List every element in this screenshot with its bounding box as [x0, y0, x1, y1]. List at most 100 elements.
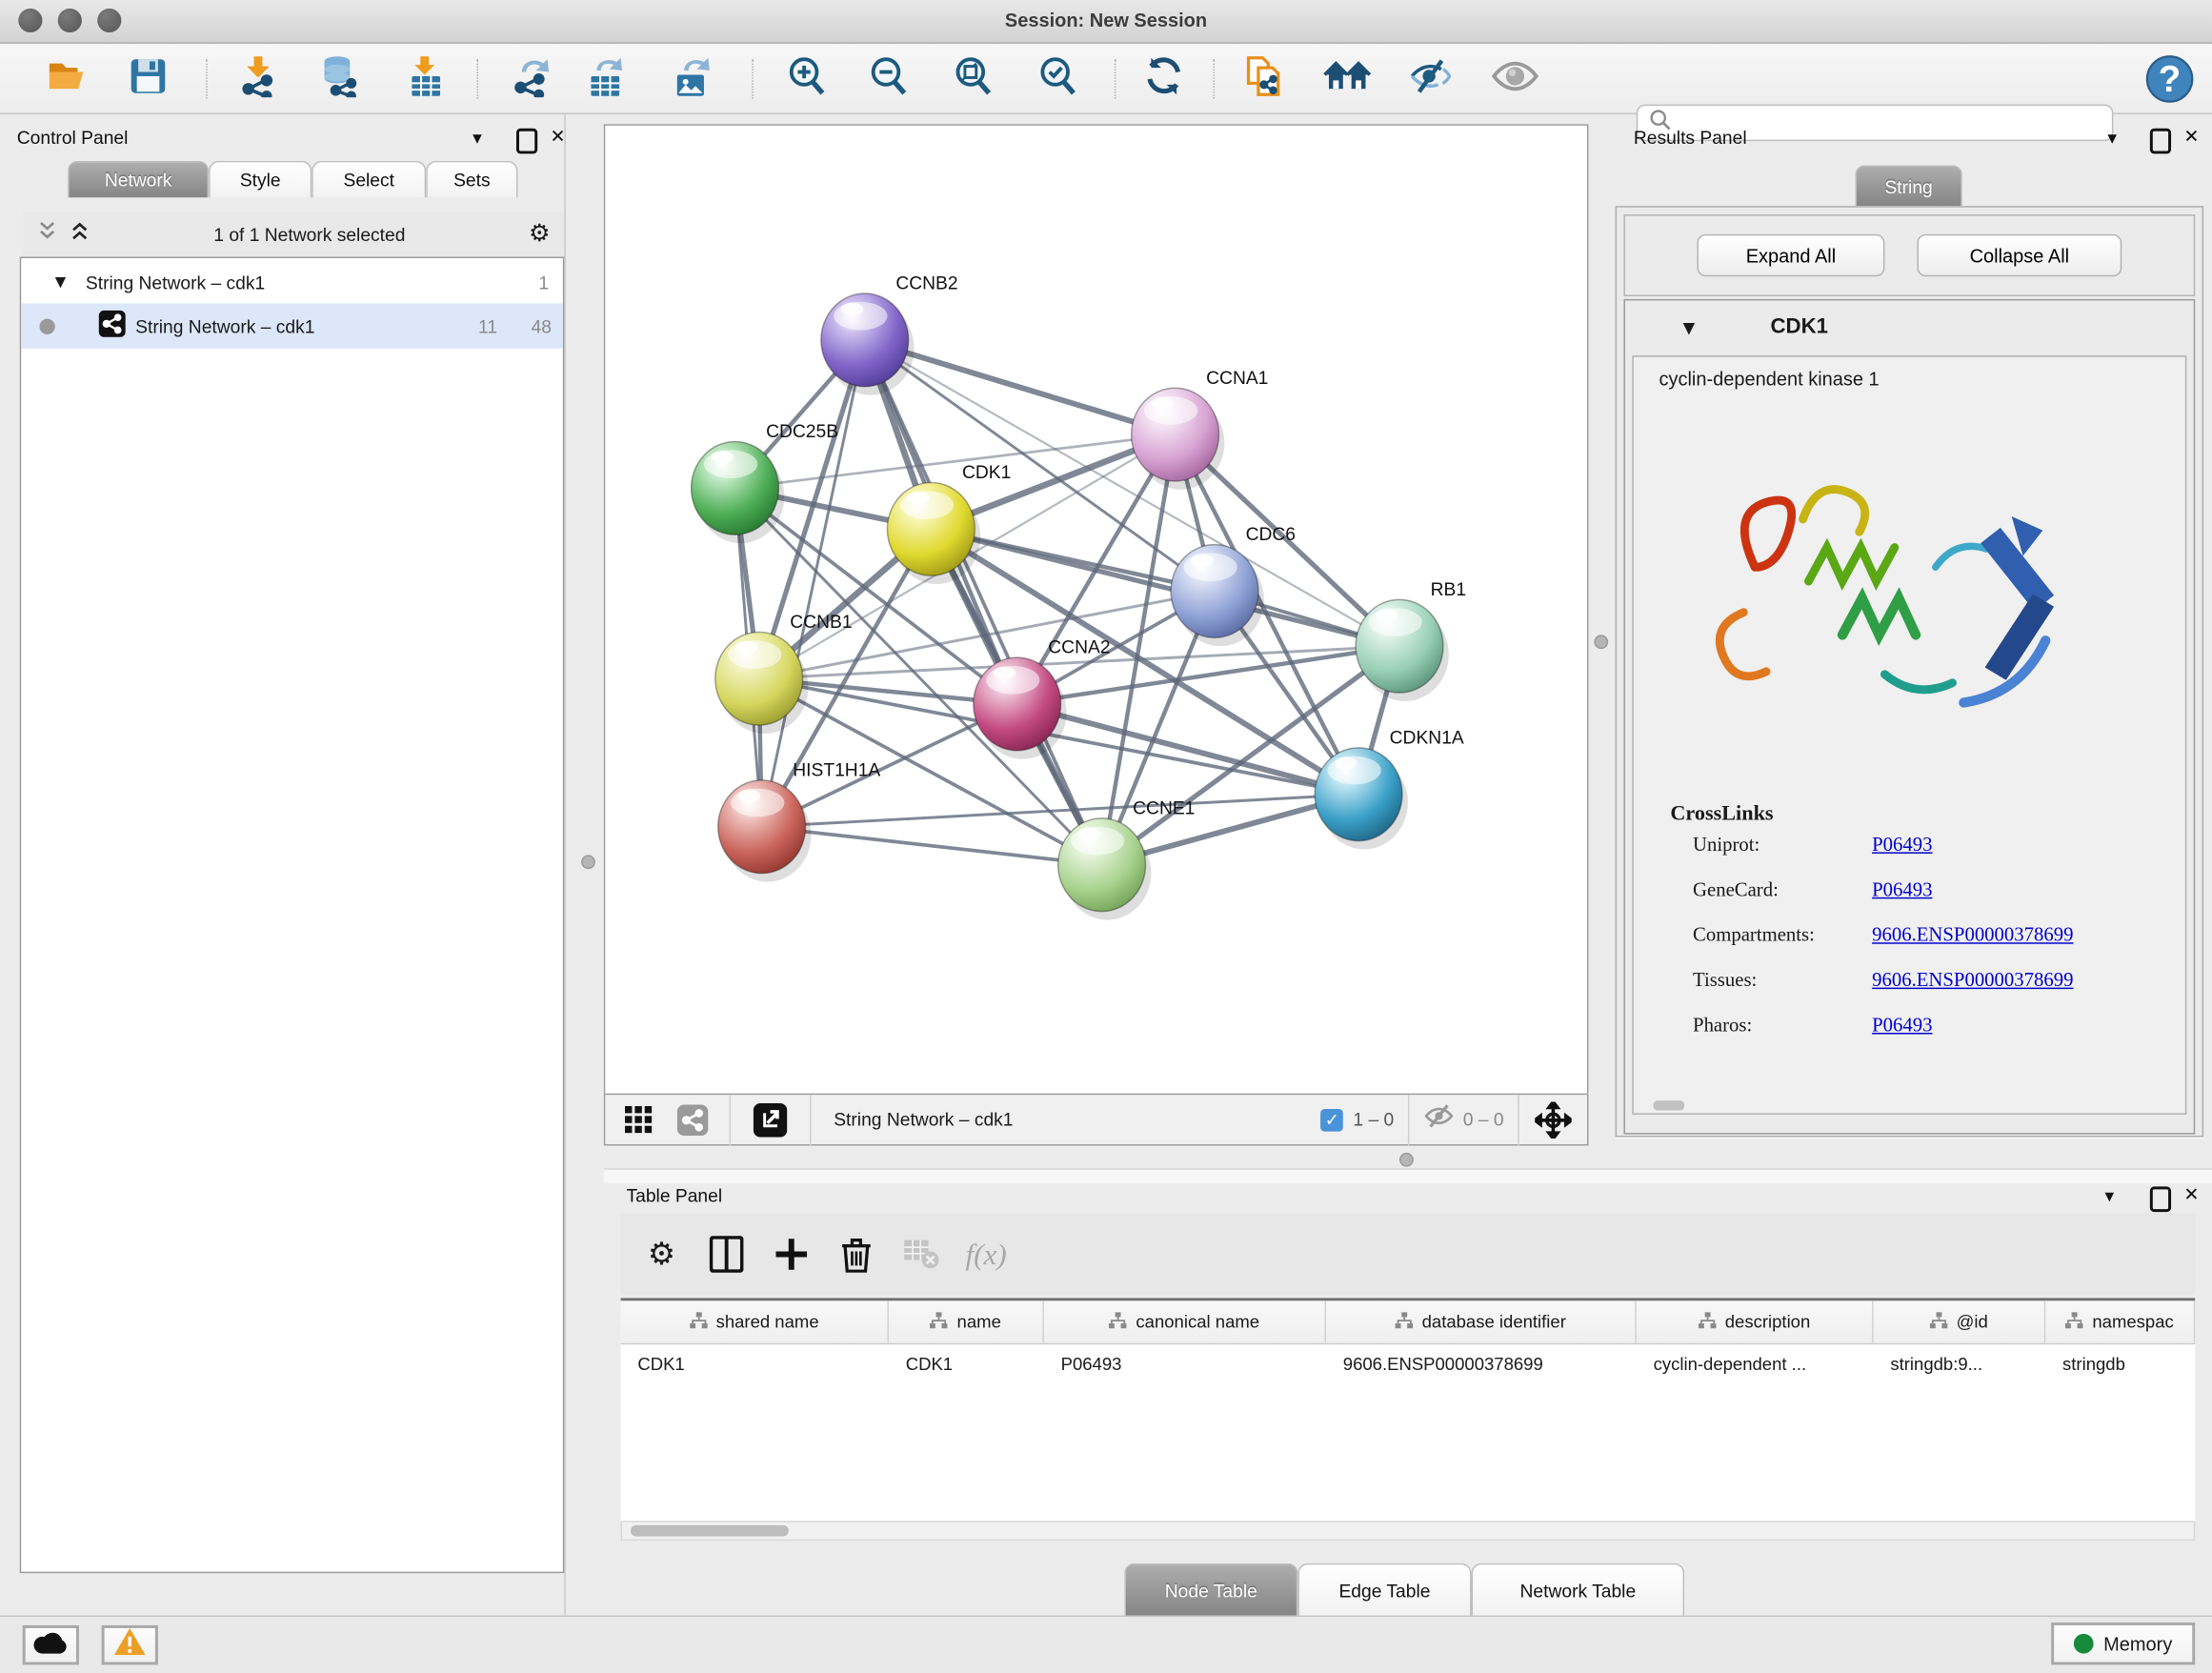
function-builder-icon[interactable]: f(x) [954, 1226, 1018, 1282]
export-network-button[interactable] [508, 55, 555, 103]
panel-float-icon[interactable] [2150, 1186, 2171, 1212]
network-edge-HIST1H1A-CCNE1[interactable] [762, 827, 1102, 865]
hide-selected-button[interactable] [1406, 55, 1454, 103]
open-in-window-icon[interactable] [731, 1091, 810, 1147]
network-node-RB1[interactable] [1356, 599, 1449, 701]
crosslink-link[interactable]: 9606.ENSP00000378699 [1872, 971, 2073, 994]
import-table-file-button[interactable] [402, 55, 450, 103]
column-header-shared-name[interactable]: shared name [621, 1300, 889, 1342]
column-header-@id[interactable]: @id [1874, 1300, 2046, 1342]
network-node-CCNA2[interactable] [974, 657, 1067, 759]
panel-float-icon[interactable] [516, 129, 537, 154]
save-session-button[interactable] [124, 55, 171, 103]
tab-select[interactable]: Select [312, 161, 426, 198]
panel-menu-icon[interactable]: ▾ [2104, 1186, 2114, 1207]
tab-sets[interactable]: Sets [426, 161, 517, 198]
network-row-selected[interactable]: String Network – cdk1 11 48 [21, 303, 563, 348]
column-header-database-identifier[interactable]: database identifier [1326, 1300, 1637, 1342]
zoom-out-button[interactable] [865, 55, 913, 103]
delete-column-icon[interactable] [824, 1226, 889, 1282]
panel-menu-icon[interactable]: ▾ [2107, 129, 2117, 150]
panel-close-icon[interactable]: ✕ [2183, 127, 2199, 148]
vertical-splitter-grip[interactable] [1594, 635, 1608, 649]
panel-close-icon[interactable]: ✕ [551, 127, 566, 148]
tree-expander-icon[interactable]: ▼ [55, 275, 66, 291]
warning-button[interactable] [102, 1625, 158, 1664]
network-node-CDK1[interactable] [887, 482, 980, 584]
zoom-fit-button[interactable] [950, 55, 997, 103]
table-cell[interactable]: cyclin-dependent ... [1637, 1344, 1874, 1383]
export-table-button[interactable] [583, 55, 631, 103]
network-canvas[interactable]: CCNB2CCNA1CDC25BCDK1CDC6RB1CCNB1CCNA2CDK… [604, 124, 1589, 1093]
crosslink-link[interactable]: P06493 [1872, 1016, 1932, 1038]
panel-menu-icon[interactable]: ▾ [473, 129, 482, 150]
table-horizontal-scrollbar[interactable] [621, 1521, 2196, 1541]
table-cell[interactable]: 9606.ENSP00000378699 [1326, 1344, 1637, 1383]
network-edge-CCNB2-HIST1H1A[interactable] [762, 340, 865, 827]
import-network-database-button[interactable] [316, 55, 364, 103]
tab-node-table[interactable]: Node Table [1124, 1563, 1297, 1616]
table-cell[interactable]: stringdb [2045, 1344, 2195, 1383]
tab-network-table[interactable]: Network Table [1472, 1563, 1685, 1616]
import-network-file-button[interactable] [234, 55, 282, 103]
column-header-namespac[interactable]: namespac [2045, 1300, 2195, 1342]
network-node-CCNA1[interactable] [1132, 388, 1225, 490]
section-collapse-icon[interactable]: ▼ [1683, 319, 1696, 337]
memory-button[interactable]: Memory [2051, 1623, 2195, 1664]
expand-all-button[interactable]: Expand All [1697, 234, 1884, 276]
crosslink-link[interactable]: P06493 [1872, 836, 1932, 858]
collapse-all-button[interactable]: Collapse All [1917, 234, 2122, 276]
table-row[interactable]: CDK1CDK1P064939606.ENSP00000378699cyclin… [621, 1344, 2196, 1383]
show-hide-annotations-button[interactable] [1323, 55, 1371, 103]
column-header-description[interactable]: description [1637, 1300, 1874, 1342]
panel-close-icon[interactable]: ✕ [2183, 1185, 2199, 1206]
panel-splitter[interactable] [564, 112, 565, 1615]
network-overview-icon[interactable] [667, 1091, 717, 1147]
scrollbar-thumb[interactable] [631, 1525, 789, 1537]
table-cell[interactable]: stringdb:9... [1874, 1344, 2046, 1383]
table-settings-gear-icon[interactable]: ⚙ [629, 1226, 694, 1282]
cloud-button[interactable] [23, 1625, 79, 1664]
export-image-button[interactable] [669, 55, 716, 103]
horizontal-splitter-grip[interactable] [1399, 1153, 1414, 1167]
grid-view-icon[interactable] [611, 1091, 667, 1147]
add-column-icon[interactable] [759, 1226, 824, 1282]
selected-checkbox-icon[interactable]: ✓ [1320, 1108, 1343, 1131]
show-selected-button[interactable] [1491, 55, 1538, 103]
tab-string[interactable]: String [1855, 165, 1962, 206]
crosslink-link[interactable]: 9606.ENSP00000378699 [1872, 925, 2073, 948]
table-cell[interactable]: P06493 [1044, 1344, 1326, 1383]
show-columns-icon[interactable] [694, 1226, 759, 1282]
network-node-CCNE1[interactable] [1058, 818, 1152, 920]
tab-network[interactable]: Network [68, 161, 209, 198]
refresh-button[interactable] [1140, 55, 1188, 103]
network-node-HIST1H1A[interactable] [718, 780, 812, 882]
duplicate-network-button[interactable] [1241, 55, 1289, 103]
expand-all-chevron-icon[interactable] [37, 220, 58, 249]
network-node-CCNB2[interactable] [821, 293, 915, 395]
fit-crosshair-icon[interactable] [1519, 1091, 1587, 1147]
network-node-CDC25B[interactable] [692, 442, 785, 544]
results-scrollbar-thumb[interactable] [1654, 1100, 1685, 1110]
panel-float-icon[interactable] [2150, 129, 2171, 154]
network-edge-CDK1-RB1[interactable] [931, 529, 1399, 646]
column-header-canonical-name[interactable]: canonical name [1044, 1300, 1326, 1342]
column-header-name[interactable]: name [889, 1300, 1044, 1342]
tab-edge-table[interactable]: Edge Table [1297, 1563, 1471, 1616]
crosslink-link[interactable]: P06493 [1872, 880, 1932, 903]
network-node-CDKN1A[interactable] [1315, 748, 1408, 850]
table-cell[interactable]: CDK1 [889, 1344, 1044, 1383]
splitter-grip[interactable] [581, 855, 595, 869]
network-edge-CCNB2-CCNE1[interactable] [865, 340, 1102, 865]
open-session-button[interactable] [42, 55, 90, 103]
help-button[interactable]: ? [2144, 53, 2195, 111]
zoom-selected-button[interactable] [1034, 55, 1081, 103]
collapse-all-chevron-icon[interactable] [70, 220, 90, 249]
table-cell[interactable]: CDK1 [621, 1344, 889, 1383]
network-edge-CCNA2-CDKN1A[interactable] [1017, 704, 1358, 795]
zoom-in-button[interactable] [783, 55, 831, 103]
network-collection-row[interactable]: ▼ String Network – cdk1 1 [21, 262, 563, 303]
delete-table-icon[interactable] [889, 1226, 954, 1282]
tab-style[interactable]: Style [209, 161, 312, 198]
gear-icon[interactable]: ⚙ [529, 220, 551, 249]
